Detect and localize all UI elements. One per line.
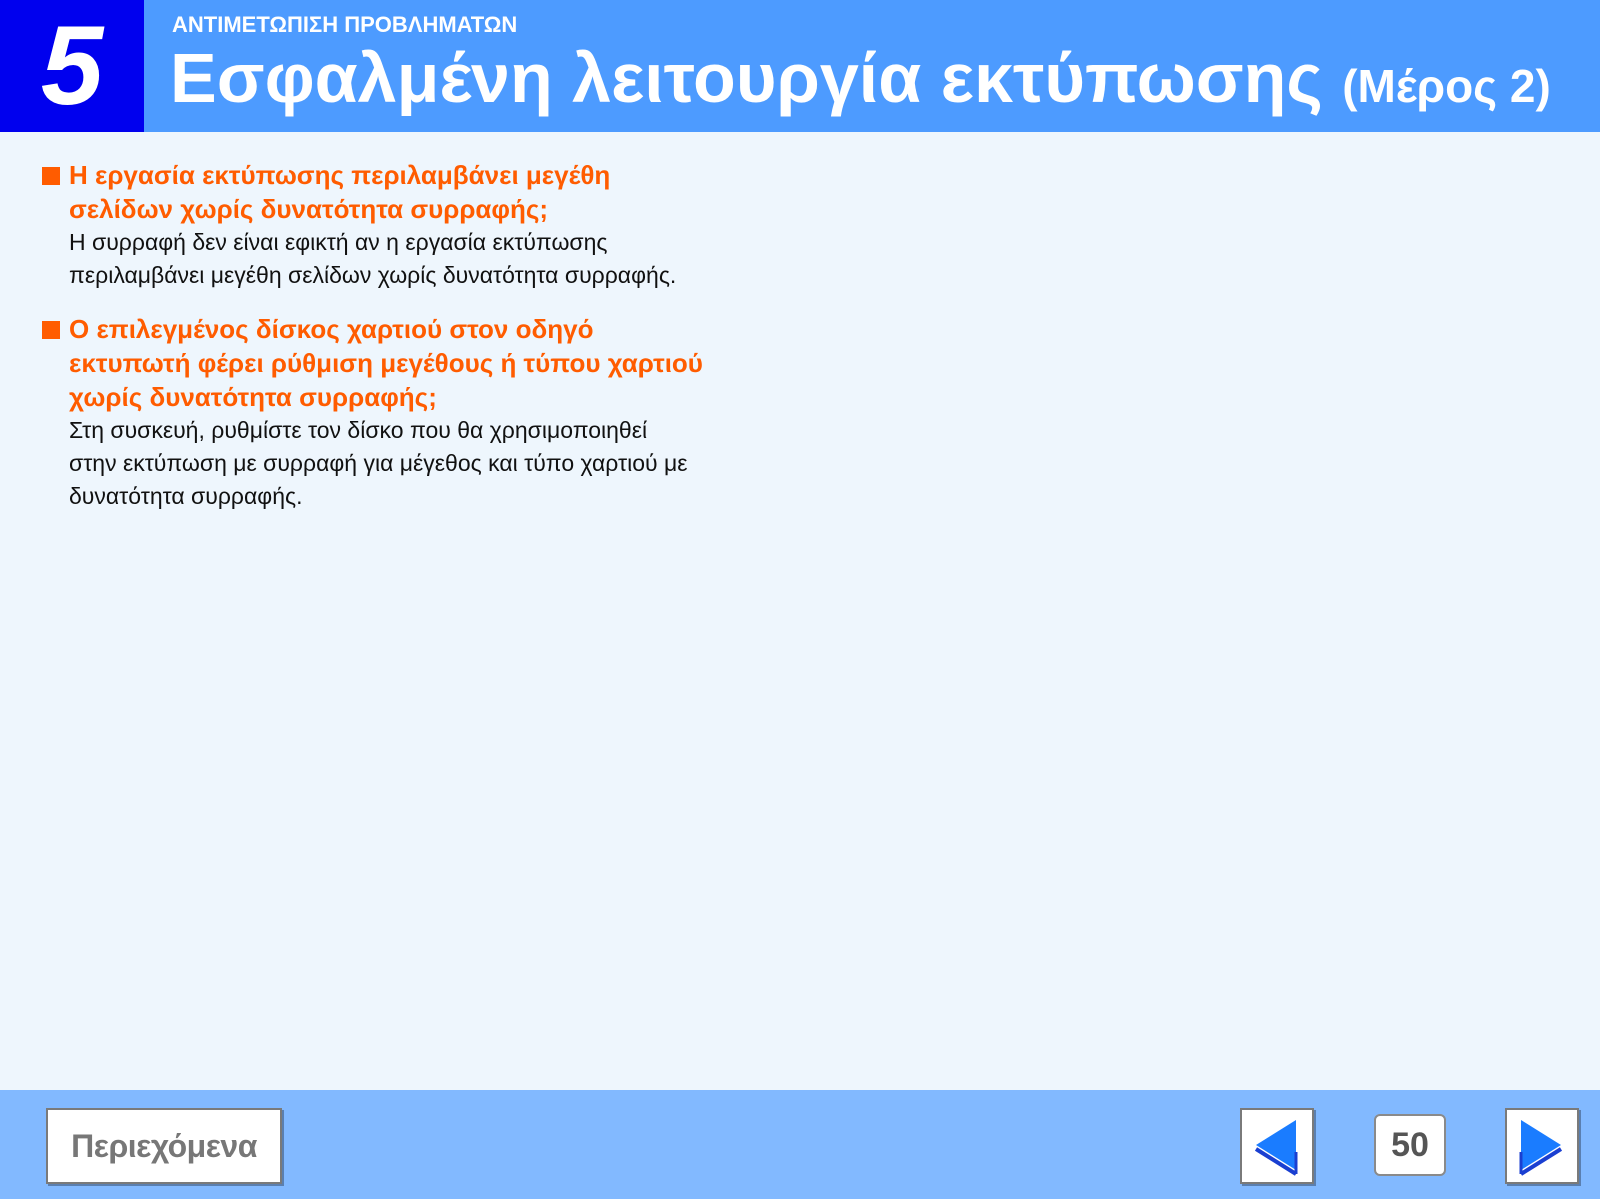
next-page-button[interactable]: [1505, 1108, 1579, 1184]
content-area: Η εργασία εκτύπωσης περιλαμβάνει μεγέθη …: [40, 158, 800, 533]
section-label: ΑΝΤΙΜΕΤΩΠΙΣΗ ΠΡΟΒΛΗΜΑΤΩΝ: [172, 12, 518, 37]
right-arrow-icon: [1519, 1120, 1563, 1176]
page-header: 5 ΑΝΤΙΜΕΤΩΠΙΣΗ ΠΡΟΒΛΗΜΑΤΩΝ Εσφαλμένη λει…: [0, 0, 1600, 132]
faq-answer: Στη συσκευή, ρυθμίστε τον δίσκο που θα χ…: [69, 417, 688, 509]
page-number: 50: [1374, 1114, 1446, 1176]
faq-question: Ο επιλεγμένος δίσκος χαρτιού στον οδηγό …: [69, 314, 703, 412]
faq-item: Ο επιλεγμένος δίσκος χαρτιού στον οδηγό …: [40, 312, 800, 513]
chapter-number: 5: [0, 0, 144, 132]
page-title: Εσφαλμένη λειτουργία εκτύπωσης (Μέρος 2): [170, 36, 1551, 128]
page-title-part: (Μέρος 2): [1342, 60, 1551, 112]
square-bullet-icon: [42, 167, 60, 185]
left-arrow-icon: [1254, 1120, 1298, 1176]
faq-answer: Η συρραφή δεν είναι εφικτή αν η εργασία …: [69, 229, 677, 288]
contents-button[interactable]: Περιεχόμενα: [46, 1108, 282, 1184]
square-bullet-icon: [42, 321, 60, 339]
page-title-text: Εσφαλμένη λειτουργία εκτύπωσης: [170, 39, 1323, 117]
faq-question: Η εργασία εκτύπωσης περιλαμβάνει μεγέθη …: [69, 160, 611, 224]
faq-item: Η εργασία εκτύπωσης περιλαμβάνει μεγέθη …: [40, 158, 800, 292]
previous-page-button[interactable]: [1240, 1108, 1314, 1184]
page-footer: Περιεχόμενα 50: [0, 1090, 1600, 1199]
